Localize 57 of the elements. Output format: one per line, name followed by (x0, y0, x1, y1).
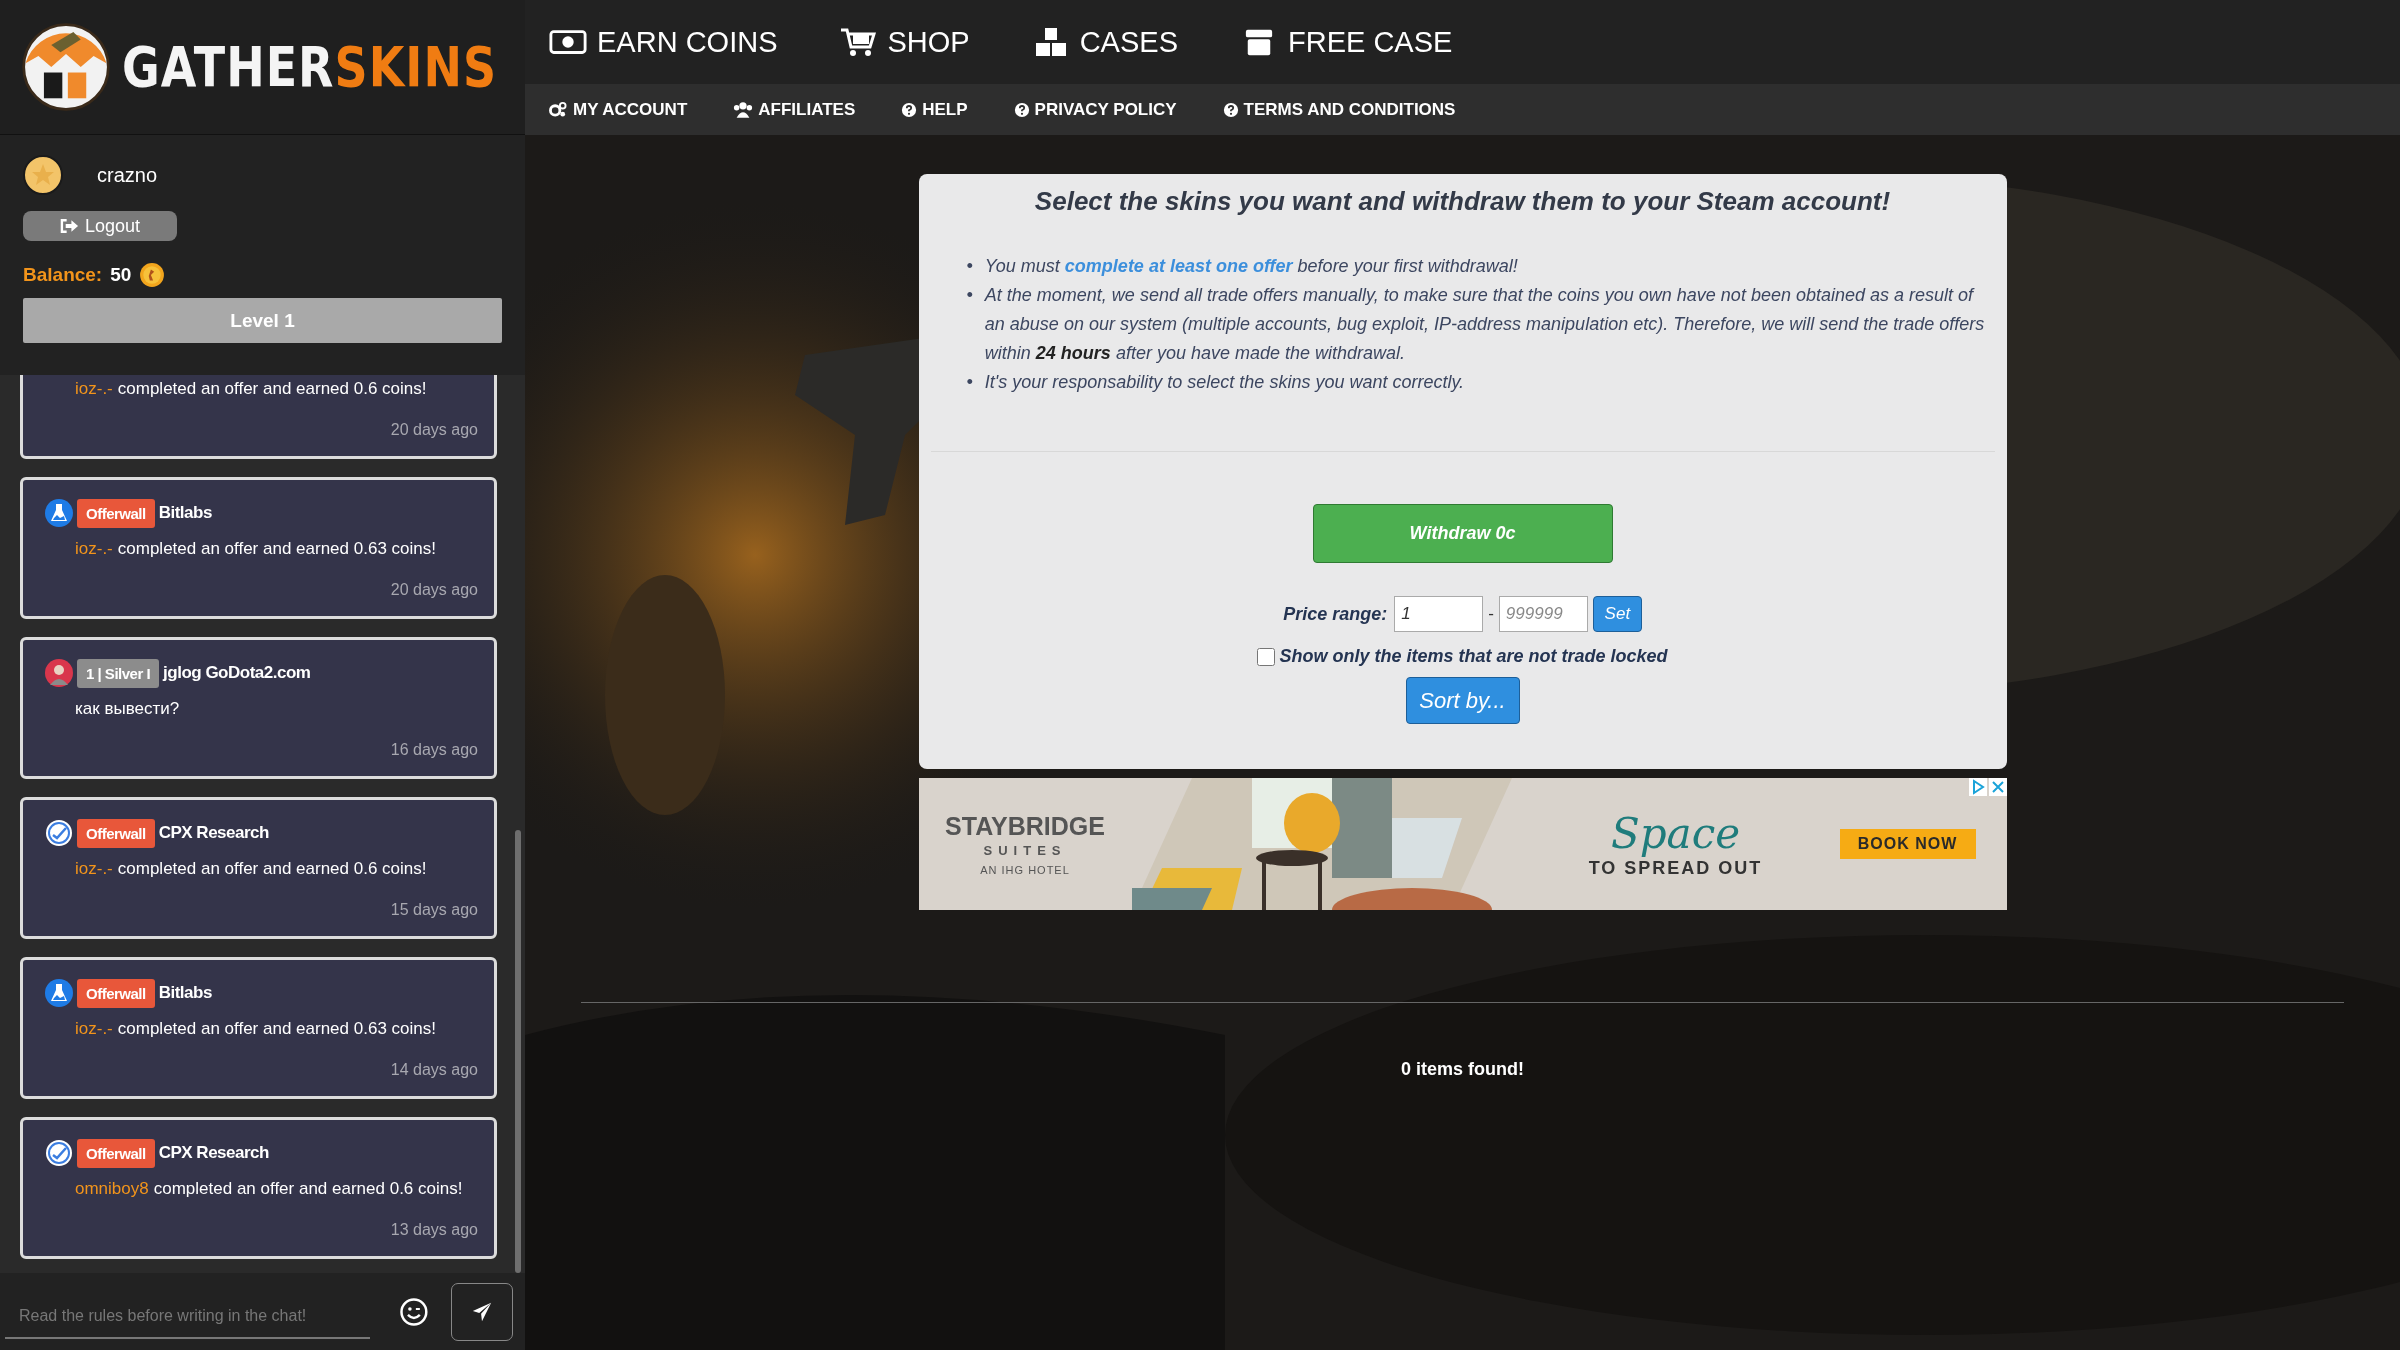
timestamp: 16 days ago (389, 740, 478, 760)
source-name: CPX Research (158, 823, 269, 843)
timestamp: 20 days ago (389, 420, 478, 440)
menu-link[interactable]: AFFILIATES (733, 99, 856, 120)
menu-link[interactable]: HELP (901, 99, 968, 120)
timestamp: 20 days ago (389, 580, 478, 600)
timestamp: 14 days ago (389, 1060, 478, 1080)
menu-link[interactable]: MY ACCOUNT (548, 99, 688, 120)
send-button[interactable] (451, 1282, 513, 1341)
chat-input-bar[interactable]: Read the rules before writing in the chat! (0, 1273, 525, 1350)
help-icon (1222, 101, 1239, 118)
activity-message: omniboy8 completed an offer and earned 0.6 coins! (74, 1178, 464, 1200)
users-icon (733, 101, 754, 118)
source-name: Bitlabs (158, 983, 212, 1003)
help-icon (901, 101, 918, 118)
help-icon (1013, 101, 1030, 118)
timestamp: 13 days ago (389, 1220, 478, 1240)
logout-button[interactable]: Logout (23, 211, 177, 241)
activity-message: ioz-.- completed an offer and earned 0.63 coins! (74, 538, 437, 560)
activity-message: ioz-.- completed an offer and earned 0.6 coins! (74, 858, 428, 880)
nav-link[interactable]: SHOP (839, 25, 970, 59)
cart-icon (839, 27, 878, 57)
check-circle-icon (45, 1139, 73, 1167)
chat-input[interactable]: Read the rules before writing in the chat! (5, 1294, 370, 1339)
avatar (45, 659, 73, 687)
coin-icon (139, 262, 166, 288)
level-bar: Level 1 (23, 298, 502, 343)
gears-icon (548, 101, 568, 118)
badge: 1 | Silver I (77, 658, 160, 688)
sign-out-icon (59, 218, 79, 234)
menu-link[interactable]: PRIVACY POLICY (1013, 99, 1177, 120)
source-name: jglog GoDota2.com (163, 663, 311, 683)
balance-value: 50 (110, 264, 132, 286)
badge: Offerwall (77, 818, 155, 848)
username: crazno (97, 163, 158, 187)
activity-message: как вывести? (74, 698, 181, 720)
source-name: Bitlabs (158, 503, 212, 523)
scrollbar[interactable] (515, 830, 521, 1273)
timestamp: 15 days ago (389, 900, 478, 920)
badge: Offerwall (77, 498, 155, 528)
balance-label: Balance: (23, 264, 103, 286)
banknote-icon (549, 27, 587, 57)
avatar (23, 155, 63, 195)
activity-message: ioz-.- completed an offer and earned 0.63 coins! (74, 1018, 437, 1040)
logo-emblem-icon (20, 21, 112, 113)
badge: Offerwall (77, 978, 155, 1008)
nav-link[interactable]: FREE CASE (1240, 25, 1453, 59)
nav-link[interactable]: EARN COINS (549, 25, 778, 59)
emoji-icon[interactable] (398, 1296, 429, 1327)
check-circle-icon (45, 819, 73, 847)
source-name: CPX Research (158, 1143, 269, 1163)
activity-message: ioz-.- completed an offer and earned 0.6 coins! (74, 378, 428, 400)
flask-icon (45, 979, 73, 1007)
nav-link[interactable]: CASES (1031, 25, 1178, 59)
flask-icon (45, 499, 73, 527)
badge: Offerwall (77, 1138, 155, 1168)
menu-link[interactable]: TERMS AND CONDITIONS (1222, 99, 1456, 120)
